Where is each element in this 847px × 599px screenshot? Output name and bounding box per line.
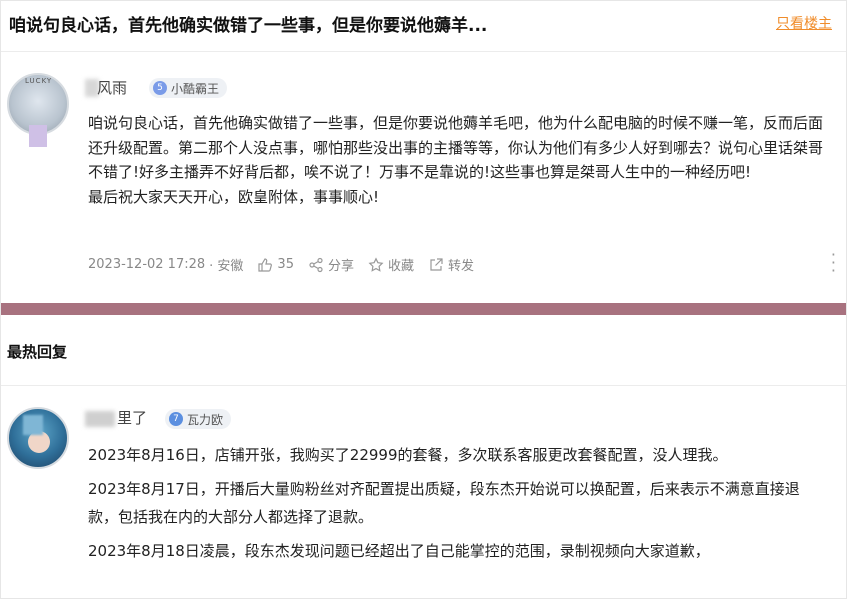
favorite-label: 收藏	[387, 259, 414, 274]
reply-content: 2023年8月16日，店铺开张，我购买了22999的套餐，多次联系客服更改套餐配…	[88, 441, 828, 571]
like-button[interactable]: 35	[257, 257, 294, 273]
reply-item: 里了 7 瓦力欧 2023年8月16日，店铺开张，我购买了22999的套餐，多次…	[1, 385, 846, 598]
share-icon	[309, 257, 323, 272]
only-op-link[interactable]: 只看楼主	[776, 13, 832, 33]
post-frame: 咱说句良心话，首先他确实做错了一些事，但是你要说他薅羊... 只看楼主 LUCK…	[0, 0, 847, 599]
thread-title: 咱说句良心话，首先他确实做错了一些事，但是你要说他薅羊...	[9, 16, 488, 36]
post-paragraph: 咱说句良心话，首先他确实做错了一些事，但是你要说他薅羊毛吧，他为什么配电脑的时候…	[88, 114, 824, 181]
author-name[interactable]: 风雨	[97, 77, 127, 98]
thumbs-up-icon	[258, 257, 273, 272]
more-options-icon[interactable]: · · ·	[831, 247, 836, 279]
badge-label: 小酷霸王	[171, 81, 220, 96]
hot-replies-header: 最热回复	[1, 315, 846, 386]
reply-paragraph: 2023年8月17日，开播后大量购粉丝对齐配置提出质疑，段东杰开始说可以换配置，…	[88, 480, 800, 526]
badge-label: 瓦力欧	[187, 412, 224, 427]
hot-replies-title: 最热回复	[7, 343, 68, 361]
thread-title-bar: 咱说句良心话，首先他确实做错了一些事，但是你要说他薅羊... 只看楼主	[1, 1, 846, 52]
avatar-blur	[29, 125, 47, 147]
reply-paragraph: 2023年8月16日，店铺开张，我购买了22999的套餐，多次联系客服更改套餐配…	[88, 446, 728, 464]
repost-icon	[430, 257, 443, 271]
name-blur	[85, 410, 115, 427]
level-icon: 7	[169, 412, 183, 426]
repost-button[interactable]: 转发	[428, 255, 474, 274]
avatar[interactable]	[7, 407, 69, 469]
original-post: LUCKY 风雨 5 小酷霸王 咱说句良心话，首先他确实做错了一些事，但是你要说…	[1, 53, 846, 303]
user-level-badge: 5 小酷霸王	[149, 78, 228, 98]
reply-author-text: 里了	[117, 409, 148, 427]
post-meta: 2023-12-02 17:28 · 安徽 35 分享 收藏 转发	[88, 255, 474, 274]
post-content: 咱说句良心话，首先他确实做错了一些事，但是你要说他薅羊毛吧，他为什么配电脑的时候…	[88, 111, 833, 209]
like-count: 35	[277, 257, 294, 272]
post-location: · 安徽	[209, 259, 244, 274]
repost-label: 转发	[448, 259, 475, 274]
avatar-blur	[23, 415, 43, 435]
share-label: 分享	[327, 259, 354, 274]
reply-paragraph: 2023年8月18日凌晨，段东杰发现问题已经超出了自己能掌控的范围，录制视频向大…	[88, 542, 710, 560]
avatar-tag: LUCKY	[25, 77, 53, 85]
section-divider	[1, 303, 846, 315]
post-paragraph: 最后祝大家天天开心，欧皇附体，事事顺心!	[88, 187, 380, 206]
star-icon	[368, 256, 384, 272]
user-level-badge: 7 瓦力欧	[165, 409, 232, 429]
favorite-button[interactable]: 收藏	[368, 255, 414, 274]
reply-author-name[interactable]: 里了	[85, 407, 147, 428]
level-icon: 5	[153, 81, 167, 95]
avatar[interactable]: LUCKY	[7, 73, 69, 147]
share-button[interactable]: 分享	[308, 255, 354, 274]
post-date: 2023-12-02 17:28	[88, 257, 206, 272]
